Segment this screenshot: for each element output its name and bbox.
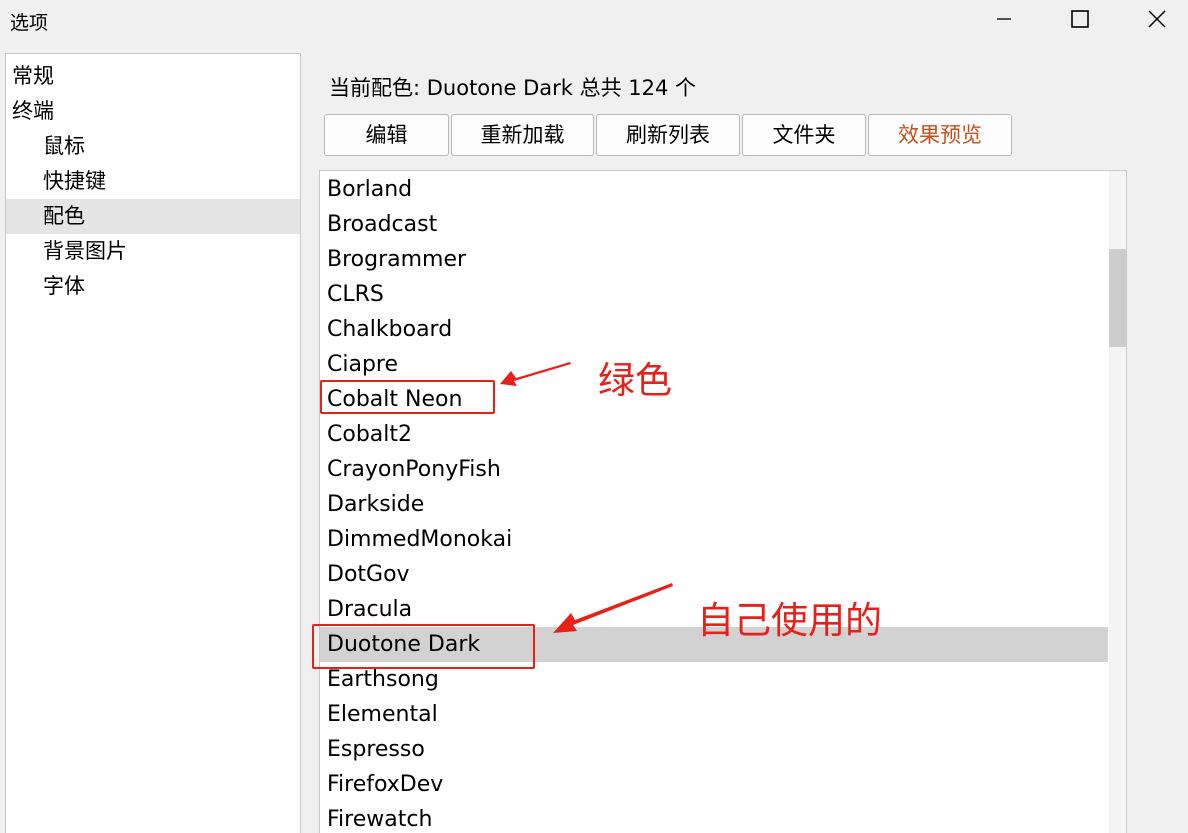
title-bar: 选项 (0, 0, 1188, 40)
scheme-name: Elemental (327, 702, 438, 727)
scheme-name: Borland (327, 177, 413, 202)
nav-item-terminal[interactable]: 终端 (6, 94, 300, 129)
reload-button[interactable]: 重新加载 (451, 114, 594, 156)
scheme-name: Duotone Dark (327, 632, 481, 657)
scheme-name: Chalkboard (327, 317, 453, 342)
scheme-name: Darkside (327, 492, 425, 517)
scrollbar[interactable] (1109, 171, 1126, 833)
maximize-icon (1071, 10, 1089, 28)
scheme-list-item[interactable]: Espresso (320, 732, 1108, 767)
minimize-icon (997, 18, 1011, 20)
scheme-name: FirefoxDev (327, 772, 444, 797)
scheme-list-item[interactable]: CrayonPonyFish (320, 452, 1108, 487)
edit-button[interactable]: 编辑 (324, 114, 449, 156)
nav-item-label: 快捷键 (43, 169, 106, 193)
nav-item-label: 背景图片 (43, 239, 127, 263)
folder-button[interactable]: 文件夹 (742, 114, 866, 156)
scheme-list-item[interactable]: FirefoxDev (320, 767, 1108, 802)
scheme-name: Earthsong (327, 667, 439, 692)
scheme-list-item[interactable]: Broadcast (320, 207, 1108, 242)
close-icon (1148, 10, 1166, 28)
annotation-text-my-use: 自己使用的 (697, 599, 882, 642)
scheme-list-item[interactable]: Ciapre (320, 347, 1108, 382)
scheme-list-item[interactable]: Earthsong (320, 662, 1108, 697)
scheme-list-item[interactable]: Chalkboard (320, 312, 1108, 347)
scheme-list-item[interactable]: Brogrammer (320, 242, 1108, 277)
refresh-list-button[interactable]: 刷新列表 (596, 114, 740, 156)
nav-item-font[interactable]: 字体 (6, 269, 300, 304)
nav-item-mouse[interactable]: 鼠标 (6, 129, 300, 164)
nav-item-label: 鼠标 (43, 134, 85, 158)
nav-item-label: 常规 (12, 64, 54, 88)
nav-item-shortcuts[interactable]: 快捷键 (6, 164, 300, 199)
scheme-list-item[interactable]: Elemental (320, 697, 1108, 732)
scheme-list-item[interactable]: DimmedMonokai (320, 522, 1108, 557)
nav-item-label: 配色 (43, 204, 85, 228)
scheme-name: Espresso (327, 737, 425, 762)
minimize-button[interactable] (981, 0, 1027, 38)
nav-item-label: 字体 (43, 274, 85, 298)
nav-item-label: 终端 (12, 99, 54, 123)
settings-nav-tree: 常规 终端 鼠标 快捷键 配色 背景图片 字体 (5, 53, 301, 833)
maximize-button[interactable] (1057, 0, 1103, 38)
scrollbar-thumb[interactable] (1109, 249, 1126, 347)
current-scheme-label: 当前配色: Duotone Dark 总共 124 个 (329, 76, 697, 100)
scheme-name: DotGov (327, 562, 410, 587)
scheme-name: CrayonPonyFish (327, 457, 501, 482)
nav-item-background-image[interactable]: 背景图片 (6, 234, 300, 269)
scheme-list-item[interactable]: Firewatch (320, 802, 1108, 833)
nav-item-general[interactable]: 常规 (6, 59, 300, 94)
scheme-name: Firewatch (327, 807, 433, 832)
scheme-name: Brogrammer (327, 247, 467, 272)
nav-item-color-scheme[interactable]: 配色 (6, 199, 300, 234)
preview-button[interactable]: 效果预览 (868, 114, 1012, 156)
scheme-list-item[interactable]: DotGov (320, 557, 1108, 592)
window-title: 选项 (10, 12, 49, 34)
options-window: 选项 常规 终端 鼠标 快捷键 配色 背景图片 字体 当前配色: Duotone… (0, 0, 1188, 833)
scheme-name: Dracula (327, 597, 413, 622)
close-button[interactable] (1134, 0, 1180, 38)
scheme-name: CLRS (327, 282, 384, 307)
scheme-list-item[interactable]: Darkside (320, 487, 1108, 522)
color-scheme-list[interactable]: Borland Broadcast Brogrammer CLRS Chalkboard… (319, 170, 1127, 833)
scheme-name: Ciapre (327, 352, 399, 377)
scheme-list-item[interactable]: Cobalt2 (320, 417, 1108, 452)
scheme-list-item[interactable]: Cobalt Neon (320, 382, 1108, 417)
scheme-name: Cobalt2 (327, 422, 413, 447)
scheme-list-item[interactable]: Borland (320, 172, 1108, 207)
scheme-name: DimmedMonokai (327, 527, 513, 552)
annotation-text-green: 绿色 (598, 359, 672, 402)
scheme-name: Broadcast (327, 212, 438, 237)
scheme-list-item[interactable]: CLRS (320, 277, 1108, 312)
scheme-name: Cobalt Neon (327, 387, 463, 412)
